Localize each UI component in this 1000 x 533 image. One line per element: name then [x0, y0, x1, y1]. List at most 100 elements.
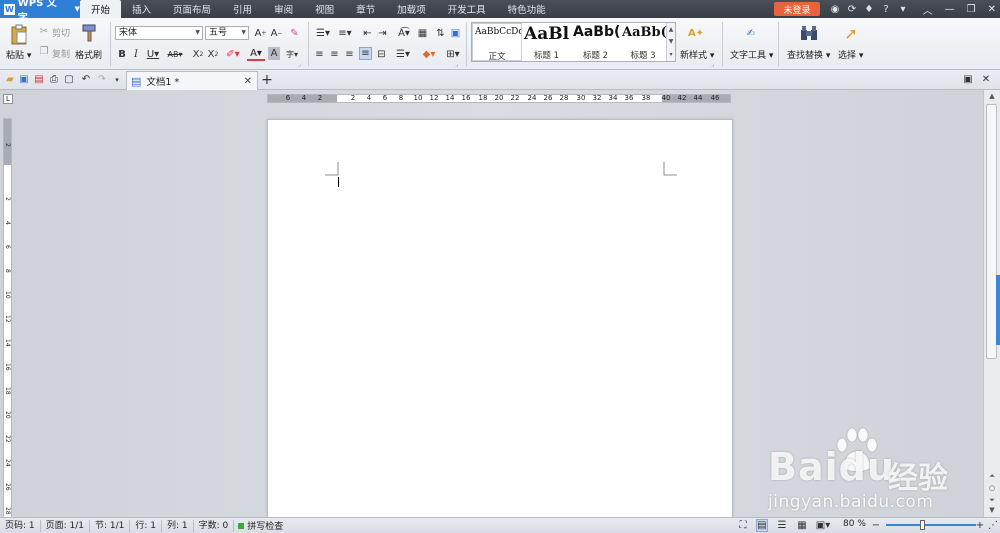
format-painter-button[interactable]: 格式刷 [75, 48, 102, 61]
page-view-icon[interactable]: ▤ [756, 519, 768, 532]
text-tools-button[interactable]: 文字工具 ▾ [730, 48, 773, 61]
login-button[interactable]: 未登录 [774, 2, 820, 16]
style-item-heading-3[interactable]: AaBb( 标题 3 [620, 23, 666, 61]
zoom-in-icon[interactable]: + [975, 519, 985, 532]
style-item-heading-1[interactable]: AaBl 标题 1 [522, 23, 571, 61]
font-name-select[interactable]: 宋体 ▼ [115, 26, 203, 40]
horizontal-ruler[interactable]: 6 4 2 2 4 6 8 10 12 14 16 18 20 22 24 26… [267, 94, 731, 103]
tab-references[interactable]: 引用 [222, 0, 263, 18]
zoom-slider[interactable] [886, 524, 976, 526]
clear-format-icon[interactable]: ✎ [288, 26, 301, 40]
resize-grip-icon[interactable]: ⋰ [988, 519, 998, 532]
tab-developer[interactable]: 开发工具 [437, 0, 497, 18]
tab-features[interactable]: 特色功能 [497, 0, 557, 18]
scissors-icon[interactable]: ✂ [38, 25, 50, 37]
increase-indent-icon[interactable]: ⇥ [376, 26, 389, 40]
align-center-icon[interactable]: ≡ [328, 47, 341, 61]
align-left-icon[interactable]: ≡ [313, 47, 326, 61]
tab-home[interactable]: 开始 [80, 0, 122, 18]
format-painter-icon[interactable] [80, 24, 98, 42]
new-style-button[interactable]: 新样式 ▾ [680, 48, 714, 61]
close-icon[interactable]: ✕ [244, 76, 252, 87]
paste-button[interactable]: 粘贴 ▾ [6, 48, 31, 61]
justify-icon[interactable]: ≡ [359, 47, 372, 60]
chevron-down-icon[interactable]: ▼ [669, 38, 674, 45]
copy-icon[interactable]: ❐ [38, 45, 50, 57]
font-color-icon[interactable]: A▾ [247, 47, 265, 61]
tab-insert[interactable]: 插入 [121, 0, 162, 18]
font-dialog-launcher[interactable]: ⌟ [298, 61, 301, 68]
scroll-down-icon[interactable]: ▼ [984, 506, 1000, 514]
outline-view-icon[interactable]: ☰ [776, 519, 788, 532]
chevron-up-icon[interactable]: ▲ [669, 26, 674, 33]
help-icon[interactable]: ? [881, 4, 891, 15]
expand-icon[interactable]: ▾ [669, 51, 672, 58]
chevron-down-icon[interactable]: ▾ [898, 4, 908, 15]
zoom-slider-knob[interactable] [919, 520, 925, 530]
find-replace-button[interactable]: 查找替换 ▾ [787, 48, 830, 61]
superscript-icon[interactable]: X2 [192, 47, 204, 61]
select-button[interactable]: 选择 ▾ [838, 48, 863, 61]
undo-icon[interactable]: ↶ [80, 73, 92, 86]
cut-button[interactable]: 剪切 [52, 26, 70, 39]
minimize-icon[interactable]: — [945, 4, 955, 15]
text-direction-icon[interactable]: A͡▾ [394, 26, 414, 40]
close-icon[interactable]: ✕ [988, 4, 996, 15]
char-shading-icon[interactable]: A [268, 47, 280, 60]
skin-icon[interactable]: ◉ [830, 4, 840, 15]
underline-icon[interactable]: U▾ [145, 47, 161, 61]
zoom-level[interactable]: 80 % [843, 519, 866, 529]
save-icon[interactable]: ▣ [18, 73, 30, 86]
sort-icon[interactable]: ⇅ [434, 26, 447, 40]
document-tab[interactable]: ▤ 文档1 * ✕ [126, 71, 258, 90]
line-spacing-icon[interactable]: ☰▾ [393, 47, 413, 61]
font-size-select[interactable]: 五号 ▼ [205, 26, 249, 40]
tab-list-icon[interactable]: ▣ [962, 73, 974, 86]
tab-addins[interactable]: 加载项 [386, 0, 437, 18]
highlight-icon[interactable]: ✐▾ [224, 47, 242, 61]
shirt-icon[interactable]: ♦ [864, 4, 874, 15]
italic-icon[interactable]: I [130, 47, 142, 61]
next-page-icon[interactable]: ⏷ [984, 496, 1000, 505]
paragraph-dialog-launcher[interactable]: ⌟ [455, 61, 458, 68]
zoom-out-icon[interactable]: − [871, 519, 881, 532]
decrease-indent-icon[interactable]: ⇤ [361, 26, 374, 40]
redo-icon[interactable]: ↷ [96, 73, 108, 86]
copy-button[interactable]: 复制 [52, 47, 70, 60]
subscript-icon[interactable]: X2 [207, 47, 219, 61]
phonetic-guide-icon[interactable]: 字▾ [283, 47, 301, 61]
paste-icon[interactable] [8, 23, 30, 47]
binoculars-icon[interactable] [798, 23, 820, 43]
select-cursor-icon[interactable]: ➚ [842, 23, 860, 43]
numbered-list-icon[interactable]: ≡▾ [335, 26, 355, 40]
print-icon[interactable]: ⎙ [48, 73, 60, 86]
tab-page-layout[interactable]: 页面布局 [162, 0, 222, 18]
bullet-list-icon[interactable]: ☰▾ [313, 26, 333, 40]
quick-access-dropdown-icon[interactable]: ▾ [112, 73, 122, 86]
tab-stop-selector[interactable]: L [3, 94, 13, 104]
fullscreen-view-icon[interactable]: ⛶ [737, 519, 749, 532]
shading-icon[interactable]: ◆▾ [419, 47, 439, 61]
grow-font-icon[interactable]: A + [254, 26, 267, 40]
new-style-icon[interactable]: A✦ [685, 23, 707, 43]
restore-icon[interactable]: ❐ [967, 4, 976, 15]
vertical-ruler[interactable]: 2 2 4 6 8 10 12 14 16 18 20 22 24 26 28 [3, 118, 12, 517]
new-tab-icon[interactable]: + [260, 72, 274, 88]
app-menu-button[interactable]: W WPS 文字 ▼ [0, 0, 80, 24]
tab-view[interactable]: 视图 [304, 0, 345, 18]
style-item-normal[interactable]: AaBbCcDd 正文 [472, 23, 522, 61]
shrink-font-icon[interactable]: A − [270, 26, 283, 40]
export-pdf-icon[interactable]: ▤ [33, 73, 45, 86]
spell-check-button[interactable]: 拼写检查 [234, 519, 283, 532]
collapse-ribbon-icon[interactable]: ︿ [923, 2, 933, 17]
style-dialog-launcher[interactable]: ⌟ [711, 61, 714, 68]
text-tools-icon[interactable]: ✍ [740, 23, 762, 43]
document-page[interactable] [267, 119, 733, 517]
style-gallery-scroll[interactable]: ▲ ▼ ▾ [666, 23, 675, 61]
bold-icon[interactable]: B [116, 47, 128, 61]
style-item-heading-2[interactable]: AaBb( 标题 2 [571, 23, 620, 61]
borders-icon[interactable]: ⊞▾ [443, 47, 463, 61]
close-icon[interactable]: ✕ [980, 73, 992, 86]
show-marks-icon[interactable]: ▣ [449, 26, 462, 40]
sync-icon[interactable]: ⟳ [847, 4, 857, 15]
